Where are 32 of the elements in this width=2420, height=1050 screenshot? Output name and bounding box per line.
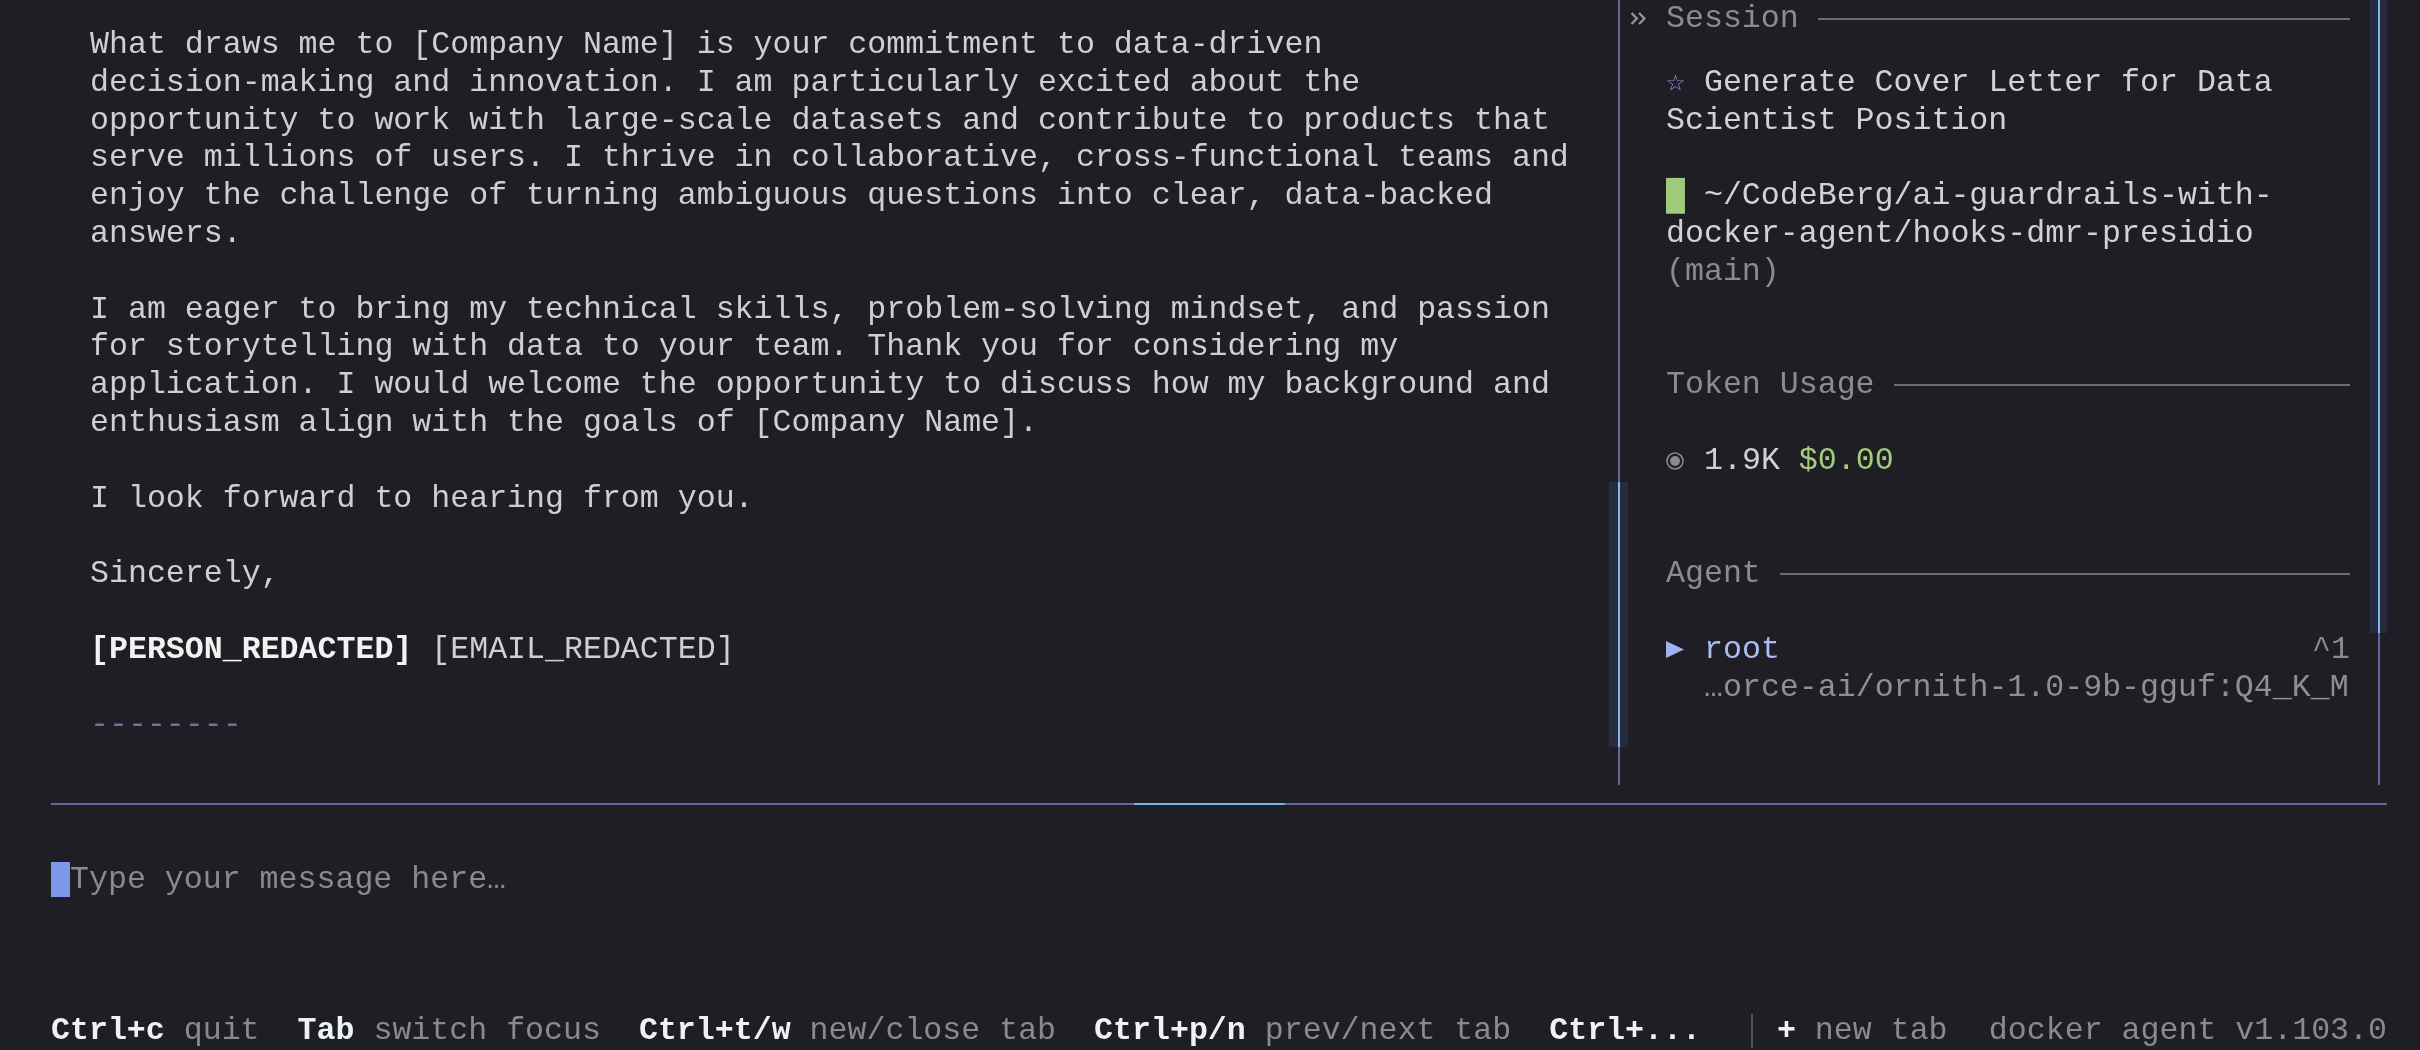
token-count: 1.9K bbox=[1704, 441, 1780, 480]
branch-name: (main) bbox=[1666, 252, 1780, 291]
scrollbar-thumb[interactable] bbox=[2370, 0, 2387, 633]
signature-line: [PERSON_REDACTED] [EMAIL_REDACTED] bbox=[90, 630, 735, 669]
paragraph: What draws me to [Company Name] is your commitment to data-driven decision-making and innovation. I am particularly excited about the opportunity to work with large-scale datasets and contribute to products that serve millions of users. I thrive in collaborative, cross-functional teams and enjoy the challenge of turning ambiguous questions into clear, data-backed answers. bbox=[90, 26, 1569, 253]
triangle-right-icon bbox=[1666, 641, 1684, 659]
dashed-rule: -------- bbox=[90, 706, 242, 745]
shortcut-hint: Ctrl+c quit bbox=[51, 1012, 260, 1050]
version-label: docker agent v1.103.0 bbox=[1988, 1012, 2387, 1050]
cost-value: $0.00 bbox=[1798, 441, 1894, 480]
section-heading: Agent bbox=[1666, 555, 1761, 593]
paragraph: Sincerely, bbox=[90, 555, 280, 593]
shortcut-hint: Ctrl+... bbox=[1549, 1012, 1701, 1050]
session-title: ☆ Generate Cover Letter for Data Scientist Position bbox=[1666, 63, 2274, 140]
model-name: …orce-ai/ornith-1.0-9b-gguf:Q4_K_M bbox=[1704, 669, 2349, 705]
shortcut-hint: Ctrl+p/n prev/next tab bbox=[1094, 1012, 1512, 1050]
double-chevron-icon[interactable] bbox=[1630, 12, 1646, 26]
section-heading: Session bbox=[1666, 0, 1799, 38]
paragraph: I look forward to hearing from you. bbox=[90, 479, 754, 518]
new-tab-button[interactable]: + new tab bbox=[1776, 1012, 1948, 1050]
text-cursor bbox=[51, 862, 70, 898]
paragraph: I am eager to bring my technical skills, problem-solving mindset, and passion for storytelling with data to your team. Thank you for considering my application. I would welcome the opportunity to discuss how my background and enthusiasm align with the goals of [Company Name]. bbox=[90, 290, 1550, 442]
resize-handle[interactable] bbox=[1134, 803, 1285, 805]
scrollbar-thumb[interactable] bbox=[1609, 482, 1628, 747]
section-heading: Token Usage bbox=[1666, 366, 1875, 404]
working-directory: █ ~/CodeBerg/ai-guardrails-with-docker-agent/hooks-dmr-presidio bbox=[1666, 177, 2274, 253]
circle-dot-icon bbox=[1666, 451, 1684, 470]
shortcut-hint: Tab switch focus bbox=[297, 1012, 601, 1050]
shortcut-label: ^1 bbox=[2312, 630, 2350, 669]
message-input[interactable]: Type your message here… bbox=[51, 861, 2387, 899]
agent-name[interactable]: root bbox=[1704, 630, 1780, 669]
shortcut-hint: Ctrl+t/w new/close tab bbox=[638, 1012, 1057, 1050]
